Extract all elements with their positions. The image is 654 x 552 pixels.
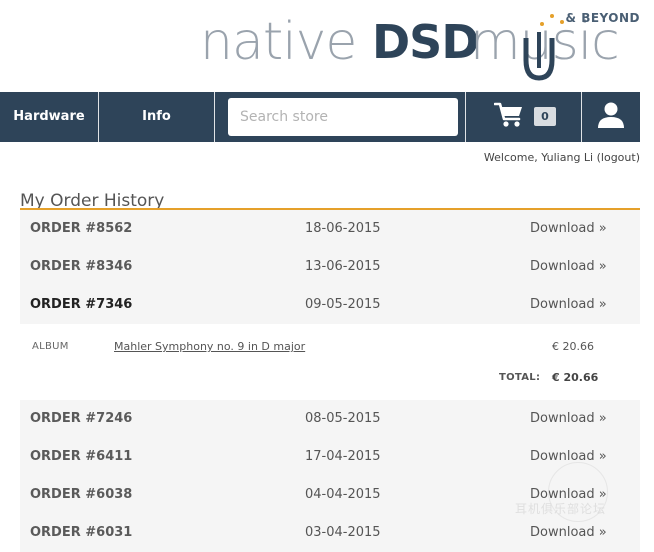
nav-hardware[interactable]: Hardware [0, 92, 98, 142]
order-date: 04-04-2015 [305, 487, 381, 502]
download-link[interactable]: Download » [530, 400, 607, 438]
logo-dsd-text: DSD [372, 15, 479, 69]
order-date: 03-04-2015 [305, 525, 381, 540]
logo-beyond-text: & BEYOND [565, 11, 640, 25]
order-number: ORDER #8562 [30, 221, 133, 236]
order-number: ORDER #6411 [30, 449, 133, 464]
order-row[interactable]: ORDER #6411 17-04-2015 Download » [20, 438, 640, 476]
watermark-text: 耳机俱乐部论坛 [515, 502, 607, 516]
order-total: € 20.66 [552, 371, 599, 384]
nav-divider [581, 92, 582, 142]
logout-link[interactable]: (logout) [597, 151, 640, 164]
order-date: 18-06-2015 [305, 221, 381, 236]
order-number: ORDER #7246 [30, 411, 133, 426]
order-number: ORDER #8346 [30, 259, 133, 274]
nav-divider [214, 92, 215, 142]
logo-tuning-fork-icon [523, 32, 555, 81]
album-title-link[interactable]: Mahler Symphony no. 9 in D major [114, 340, 305, 353]
nav-info[interactable]: Info [99, 92, 214, 142]
item-type-label: ALBUM [32, 341, 69, 352]
order-row-expanded[interactable]: ORDER #7346 09-05-2015 Download » [20, 286, 640, 324]
welcome-text: Welcome, Yuliang Li [483, 151, 594, 164]
item-price: € 20.66 [552, 340, 594, 353]
order-row[interactable]: ORDER #8346 13-06-2015 Download » [20, 248, 640, 286]
order-detail-panel: ALBUM Mahler Symphony no. 9 in D major €… [20, 324, 640, 400]
logo-native-text: native [200, 12, 357, 72]
order-date: 08-05-2015 [305, 411, 381, 426]
welcome-message: Welcome, Yuliang Li (logout) [484, 151, 640, 164]
order-date: 17-04-2015 [305, 449, 381, 464]
cart-count-badge[interactable]: 0 [534, 107, 556, 126]
nav-divider [465, 92, 466, 142]
order-row[interactable]: ORDER #8562 18-06-2015 Download » [20, 210, 640, 248]
user-account-icon[interactable] [597, 101, 625, 129]
search-input[interactable] [228, 98, 458, 136]
cart-icon[interactable] [494, 101, 524, 129]
site-logo[interactable]: native DSD music & BEYOND [200, 10, 645, 81]
total-label: TOTAL: [499, 372, 541, 383]
download-link[interactable]: Download » [530, 286, 607, 324]
order-date: 09-05-2015 [305, 297, 381, 312]
order-date: 13-06-2015 [305, 259, 381, 274]
order-number: ORDER #6031 [30, 525, 133, 540]
order-number: ORDER #7346 [30, 297, 133, 312]
download-link[interactable]: Download » [530, 248, 607, 286]
order-number: ORDER #6038 [30, 487, 133, 502]
order-row[interactable]: ORDER #6031 03-04-2015 Download » [20, 514, 640, 552]
order-row[interactable]: ORDER #7246 08-05-2015 Download » [20, 400, 640, 438]
download-link[interactable]: Download » [530, 210, 607, 248]
